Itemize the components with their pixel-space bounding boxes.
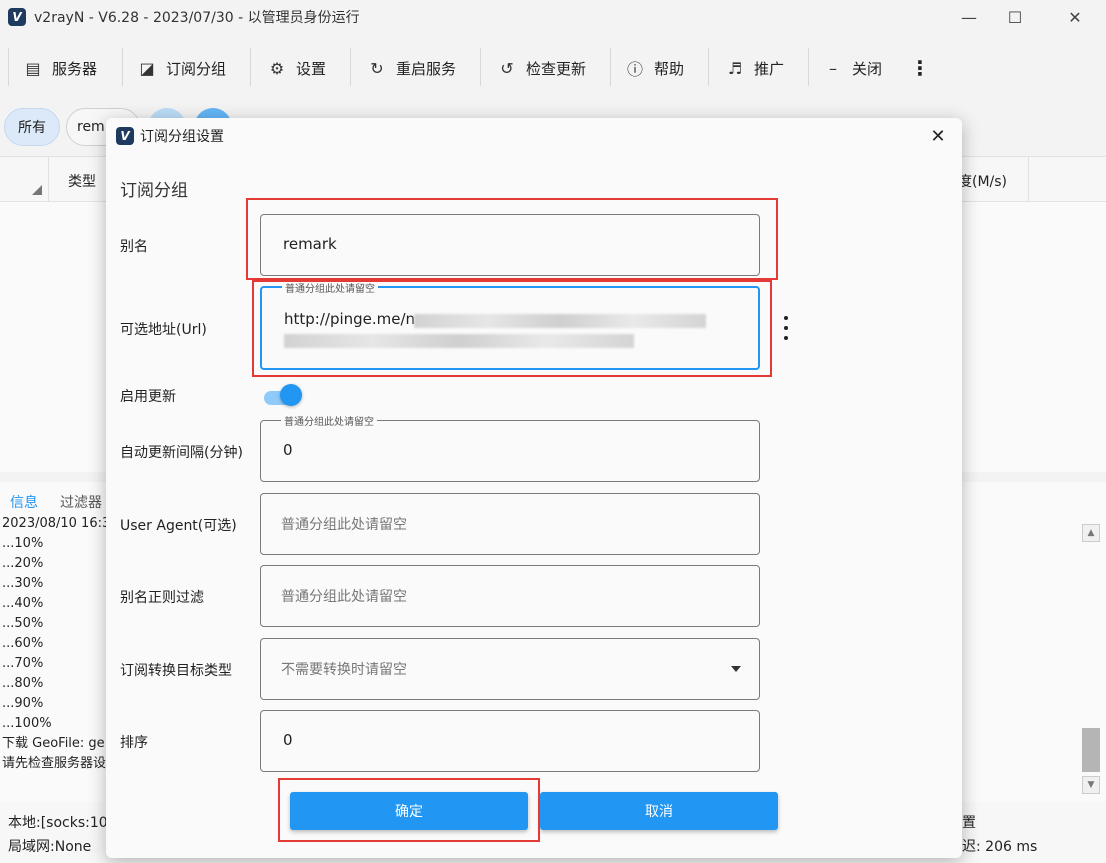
highlight-box — [252, 280, 772, 377]
filter-label: 别名正则过滤 — [120, 590, 204, 606]
interval-value: 0 — [283, 441, 293, 459]
dialog-title: 订阅分组设置 — [140, 129, 224, 145]
cancel-button[interactable]: 取消 — [540, 792, 778, 830]
alias-label: 别名 — [120, 239, 148, 255]
url-more-icon[interactable] — [782, 316, 790, 340]
interval-float-label: 普通分组此处请留空 — [281, 413, 377, 428]
highlight-box — [278, 778, 540, 842]
dialog-logo-icon: V — [116, 127, 134, 145]
convert-select[interactable]: 不需要转换时请留空 — [260, 638, 760, 700]
convert-label: 订阅转换目标类型 — [120, 663, 232, 679]
sort-input[interactable]: 0 — [260, 710, 760, 772]
dialog-titlebar: V 订阅分组设置 ✕ — [106, 118, 962, 154]
close-icon[interactable]: ✕ — [926, 124, 950, 148]
subscription-settings-dialog: V 订阅分组设置 ✕ 订阅分组 别名 remark 可选地址(Url) 普通分组… — [106, 118, 962, 858]
user-agent-label: User Agent(可选) — [120, 518, 237, 534]
convert-placeholder: 不需要转换时请留空 — [281, 662, 407, 678]
filter-placeholder: 普通分组此处请留空 — [281, 589, 407, 605]
enable-update-label: 启用更新 — [120, 389, 176, 405]
url-label: 可选地址(Url) — [120, 322, 207, 338]
chevron-down-icon — [731, 666, 741, 672]
user-agent-placeholder: 普通分组此处请留空 — [281, 517, 407, 533]
sort-label: 排序 — [120, 735, 148, 751]
highlight-box — [246, 198, 778, 280]
interval-input[interactable]: 普通分组此处请留空 0 — [260, 413, 760, 482]
toggle-knob[interactable] — [280, 384, 302, 406]
user-agent-input[interactable]: 普通分组此处请留空 — [260, 493, 760, 555]
filter-input[interactable]: 普通分组此处请留空 — [260, 565, 760, 627]
interval-label: 自动更新间隔(分钟) — [120, 445, 243, 461]
sort-value: 0 — [283, 731, 293, 749]
section-title: 订阅分组 — [120, 181, 188, 201]
